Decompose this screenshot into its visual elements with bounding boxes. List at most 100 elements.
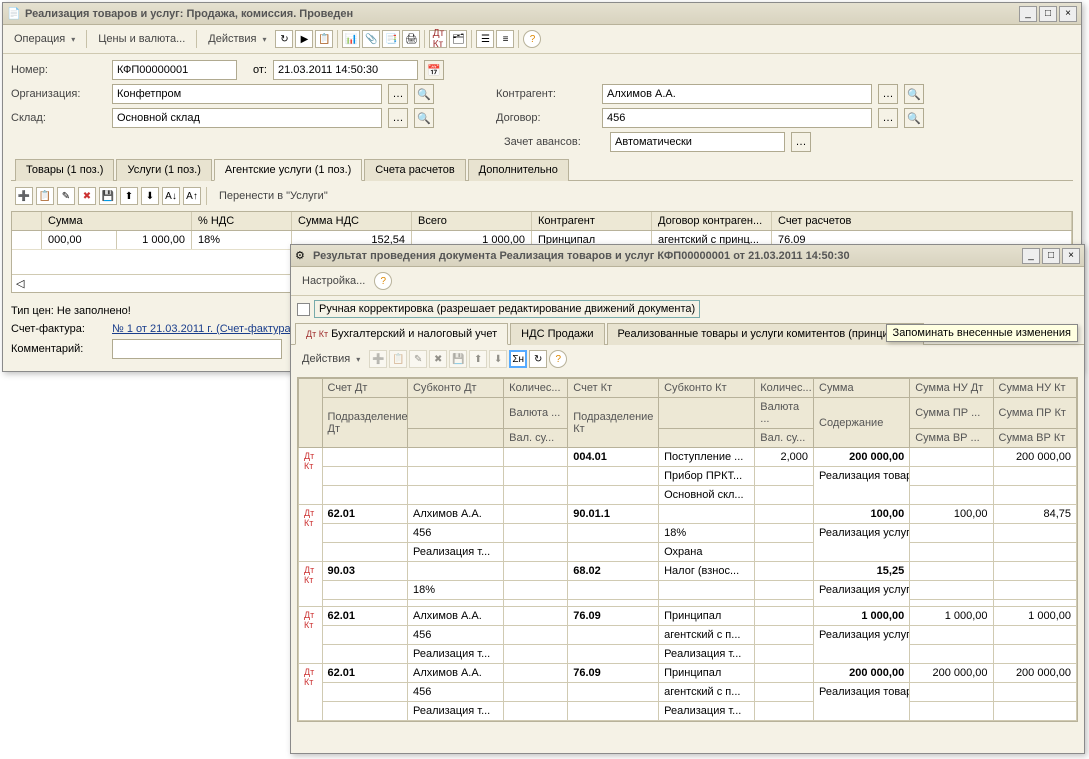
org-label: Организация: xyxy=(11,88,106,100)
window-title-2: Результат проведения документа Реализаци… xyxy=(313,250,1022,262)
sort-desc-icon[interactable]: A↑ xyxy=(183,187,201,205)
refresh-icon[interactable]: ↻ xyxy=(275,30,293,48)
down-icon[interactable]: ⬇ xyxy=(141,187,159,205)
col-sum: Сумма xyxy=(42,212,192,230)
minimize-button[interactable]: _ xyxy=(1019,6,1037,22)
help-icon[interactable]: ? xyxy=(523,30,541,48)
register-toolbar: Действия ➕ 📋 ✎ ✖ 💾 ⬆ ⬇ Σн ↻ ? xyxy=(291,345,1084,373)
down-icon-2[interactable]: ⬇ xyxy=(489,350,507,368)
comment-label: Комментарий: xyxy=(11,343,106,355)
warehouse-field[interactable]: Основной склад xyxy=(112,108,382,128)
maximize-button-2[interactable]: □ xyxy=(1042,248,1060,264)
org-field[interactable]: Конфетпром xyxy=(112,84,382,104)
structure-icon[interactable]: 🗂 xyxy=(449,30,467,48)
tab-services[interactable]: Услуги (1 поз.) xyxy=(116,159,211,181)
save-icon[interactable]: 💾 xyxy=(99,187,117,205)
manual-edit-label: Ручная корректировка (разрешает редактир… xyxy=(314,300,700,318)
posting-result-window: ⚙ Результат проведения документа Реализа… xyxy=(290,244,1085,754)
calendar-button[interactable]: 📅 xyxy=(424,60,444,80)
posting-row[interactable]: ДтКт004.01Поступление ...2,000200 000,00… xyxy=(299,448,1077,467)
posting-row[interactable]: ДтКт62.01Алхимов А.А.76.09Принципал1 000… xyxy=(299,607,1077,626)
posting-row[interactable]: ДтКт62.01Алхимов А.А.90.01.1100,00100,00… xyxy=(299,505,1077,524)
date-field[interactable]: 21.03.2011 14:50:30 xyxy=(273,60,418,80)
posting-grid[interactable]: Счет Дт Субконто Дт Количес... Счет Кт С… xyxy=(297,377,1078,722)
tab-accounts[interactable]: Счета расчетов xyxy=(364,159,465,181)
report-icon[interactable]: 📊 xyxy=(342,30,360,48)
col-account: Счет расчетов xyxy=(772,212,1072,230)
invoice-link[interactable]: № 1 от 21.03.2011 г. (Счет-фактура выд xyxy=(112,323,314,335)
titlebar-2: ⚙ Результат проведения документа Реализа… xyxy=(291,245,1084,267)
comment-field[interactable] xyxy=(112,339,282,359)
dtkt-icon[interactable]: ДтКт xyxy=(429,30,447,48)
tab-vat-sales[interactable]: НДС Продажи xyxy=(510,323,604,345)
tooltip-remember-changes: Запоминать внесенные изменения xyxy=(886,324,1078,342)
delete-icon-2[interactable]: ✖ xyxy=(429,350,447,368)
advance-label: Зачет авансов: xyxy=(504,136,604,148)
print-icon[interactable]: 🖨 xyxy=(402,30,420,48)
list-icon[interactable]: ≡ xyxy=(496,30,514,48)
advance-select-button[interactable]: … xyxy=(791,132,811,152)
sort-asc-icon[interactable]: A↓ xyxy=(162,187,180,205)
tab-agent-services[interactable]: Агентские услуги (1 поз.) xyxy=(214,159,362,181)
close-button[interactable]: × xyxy=(1059,6,1077,22)
org-search-button[interactable]: 🔍 xyxy=(414,84,434,104)
warehouse-search-button[interactable]: 🔍 xyxy=(414,108,434,128)
tab-goods[interactable]: Товары (1 поз.) xyxy=(15,159,114,181)
delete-icon[interactable]: ✖ xyxy=(78,187,96,205)
copy-icon[interactable]: 📋 xyxy=(36,187,54,205)
post-icon[interactable]: ▶ xyxy=(295,30,313,48)
contract-field[interactable]: 456 xyxy=(602,108,872,128)
add-icon-2[interactable]: ➕ xyxy=(369,350,387,368)
minimize-button-2[interactable]: _ xyxy=(1022,248,1040,264)
register-tabs: Дт Кт Бухгалтерский и налоговый учет НДС… xyxy=(291,322,1084,345)
number-field[interactable]: КФП00000001 xyxy=(112,60,237,80)
record-icon[interactable]: 📋 xyxy=(315,30,333,48)
actions-menu[interactable]: Действия xyxy=(201,28,273,50)
copy-icon-2[interactable]: 📋 xyxy=(389,350,407,368)
basedon-icon[interactable]: 📑 xyxy=(382,30,400,48)
edit-icon-2[interactable]: ✎ xyxy=(409,350,427,368)
contract-label: Договор: xyxy=(496,112,596,124)
manual-edit-checkbox[interactable] xyxy=(297,303,310,316)
up-icon-2[interactable]: ⬆ xyxy=(469,350,487,368)
contract-select-button[interactable]: … xyxy=(878,108,898,128)
grid-toolbar: ➕ 📋 ✎ ✖ 💾 ⬆ ⬇ A↓ A↑ Перенести в "Услуги" xyxy=(11,181,1073,211)
scroll-left-icon[interactable]: ◁ xyxy=(16,278,24,290)
contract-search-button[interactable]: 🔍 xyxy=(904,108,924,128)
titlebar: 📄 Реализация товаров и услуг: Продажа, к… xyxy=(3,3,1081,25)
refresh-icon-2[interactable]: ↻ xyxy=(529,350,547,368)
prices-button[interactable]: Цены и валюта... xyxy=(91,28,192,50)
settings-button[interactable]: Настройка... xyxy=(295,270,372,292)
actions-menu-2[interactable]: Действия xyxy=(295,348,367,370)
tab-accounting[interactable]: Дт Кт Бухгалтерский и налоговый учет xyxy=(295,323,508,345)
advance-field[interactable]: Автоматически xyxy=(610,132,785,152)
operation-menu[interactable]: Операция xyxy=(7,28,82,50)
help-icon-3[interactable]: ? xyxy=(549,350,567,368)
org-select-button[interactable]: … xyxy=(388,84,408,104)
edit-icon[interactable]: ✎ xyxy=(57,187,75,205)
up-icon[interactable]: ⬆ xyxy=(120,187,138,205)
close-button-2[interactable]: × xyxy=(1062,248,1080,264)
maximize-button[interactable]: □ xyxy=(1039,6,1057,22)
number-label: Номер: xyxy=(11,64,106,76)
col-total: Всего xyxy=(412,212,532,230)
warehouse-select-button[interactable]: … xyxy=(388,108,408,128)
tab-committent-goods[interactable]: Реализованные товары и услуги комитентов… xyxy=(607,323,925,345)
document-icon: 📄 xyxy=(7,7,21,21)
help-icon-2[interactable]: ? xyxy=(374,272,392,290)
tree-icon[interactable]: ☰ xyxy=(476,30,494,48)
tab-additional[interactable]: Дополнительно xyxy=(468,159,569,181)
counterparty-select-button[interactable]: … xyxy=(878,84,898,104)
invoice-label: Счет-фактура: xyxy=(11,323,106,335)
main-toolbar: Операция Цены и валюта... Действия ↻ ▶ 📋… xyxy=(3,25,1081,54)
sigma-icon[interactable]: Σн xyxy=(509,350,527,368)
move-to-services-button[interactable]: Перенести в "Услуги" xyxy=(212,185,335,207)
add-icon[interactable]: ➕ xyxy=(15,187,33,205)
attach-icon[interactable]: 📎 xyxy=(362,30,380,48)
posting-row[interactable]: ДтКт62.01Алхимов А.А.76.09Принципал200 0… xyxy=(299,664,1077,683)
result-toolbar: Настройка... ? xyxy=(291,267,1084,296)
counterparty-field[interactable]: Алхимов А.А. xyxy=(602,84,872,104)
posting-row[interactable]: ДтКт90.0368.02Налог (взнос...15,25 xyxy=(299,562,1077,581)
save-icon-2[interactable]: 💾 xyxy=(449,350,467,368)
counterparty-search-button[interactable]: 🔍 xyxy=(904,84,924,104)
